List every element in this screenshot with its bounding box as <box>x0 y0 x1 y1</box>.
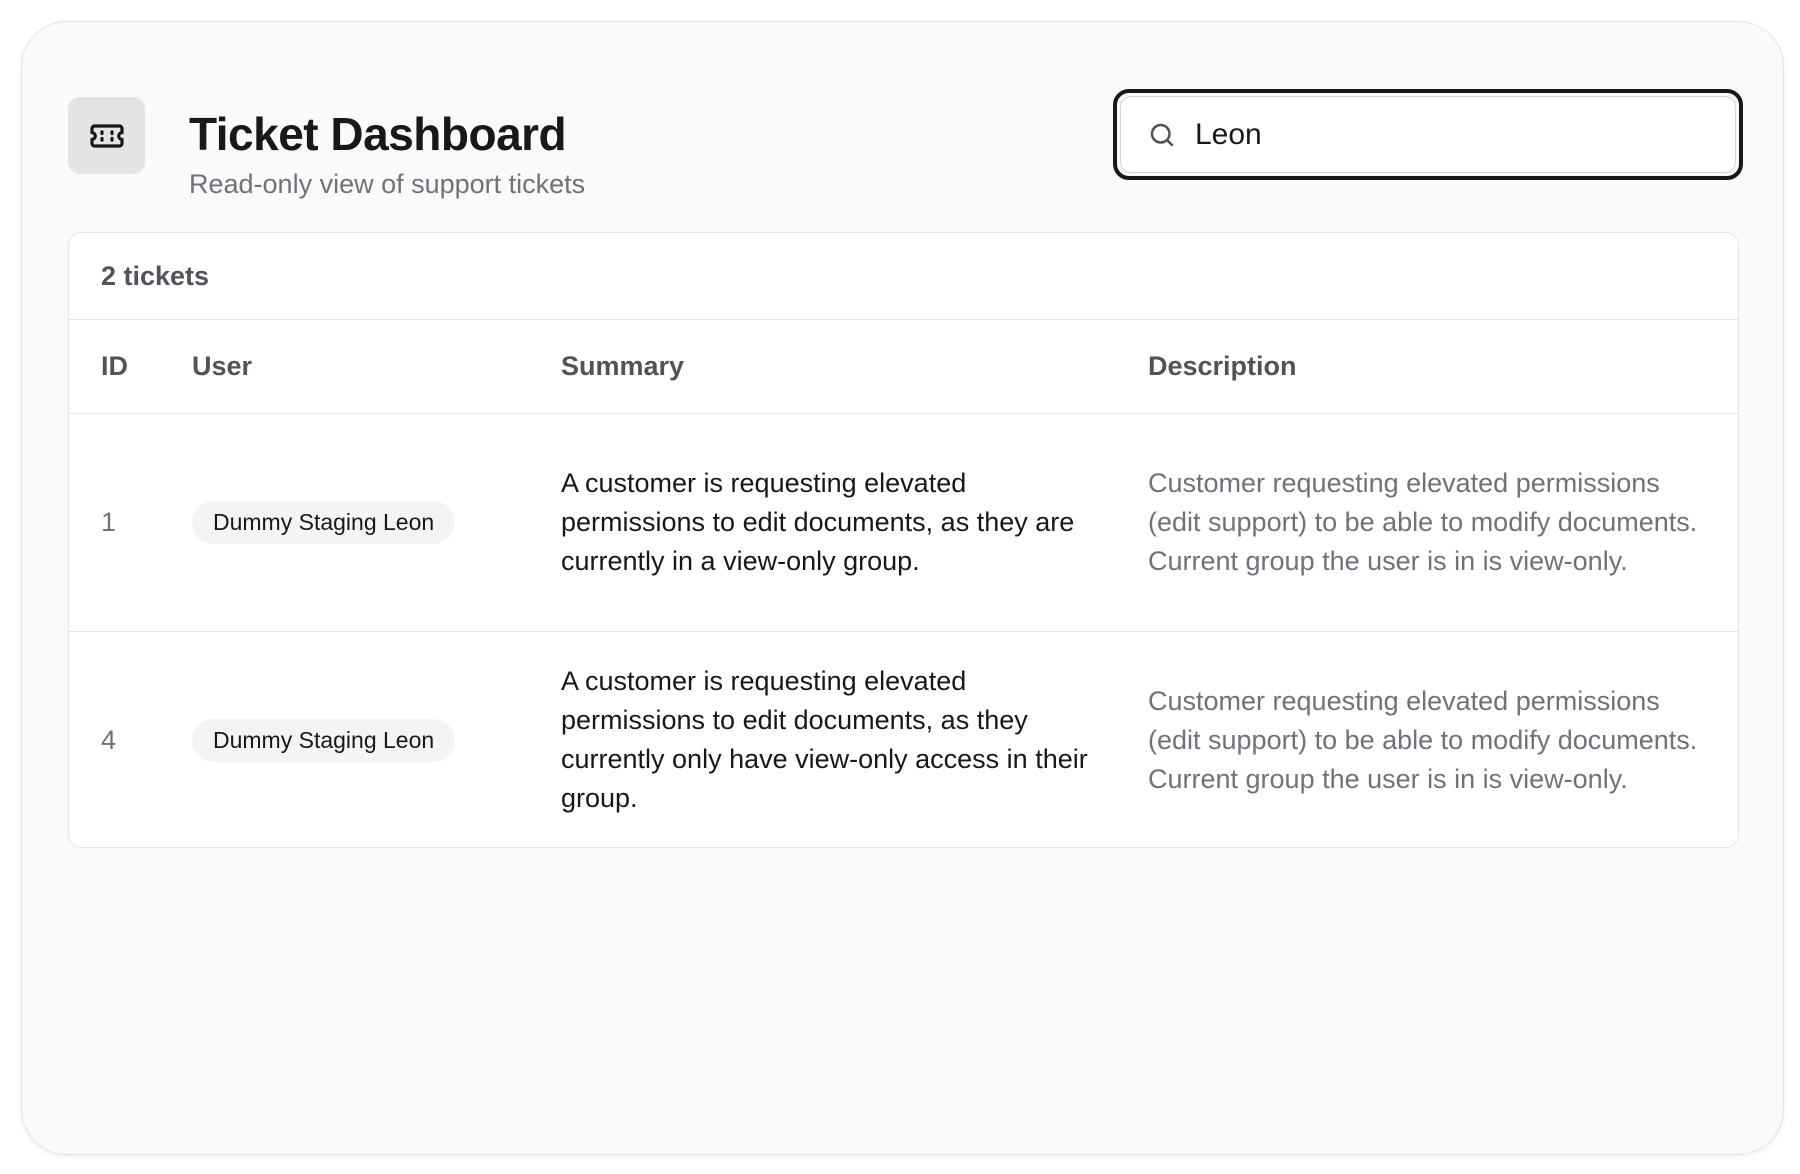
column-header-id[interactable]: ID <box>69 320 192 414</box>
page-header: Ticket Dashboard Read-only view of suppo… <box>68 89 1743 199</box>
ticket-count: 2 tickets <box>69 233 1738 320</box>
ticket-summary: A customer is requesting elevated permis… <box>561 630 1148 847</box>
page-subtitle: Read-only view of support tickets <box>189 169 586 199</box>
user-badge: Dummy Staging Leon <box>192 718 456 762</box>
tickets-card: 2 tickets ID User Summary Description 1 … <box>68 232 1739 848</box>
ticket-icon <box>89 123 124 148</box>
search-icon <box>1150 123 1174 146</box>
app-window: Ticket Dashboard Read-only view of suppo… <box>21 21 1784 1155</box>
ticket-id: 1 <box>101 506 117 537</box>
table-header-row: ID User Summary Description <box>69 320 1738 414</box>
logo-tile <box>68 97 145 174</box>
search-input[interactable] <box>1195 117 1675 152</box>
page-title: Ticket Dashboard <box>189 108 567 160</box>
ticket-summary: A customer is requesting elevated permis… <box>561 467 1075 576</box>
ticket-user-cell: Dummy Staging Leon <box>192 630 561 847</box>
column-header-description[interactable]: Description <box>1148 320 1738 414</box>
search-box[interactable] <box>1113 89 1743 180</box>
ticket-id: 4 <box>69 630 192 847</box>
ticket-description: Customer requesting elevated permissions… <box>1148 467 1698 576</box>
tickets-table: ID User Summary Description 1 Dummy Stag… <box>69 320 1738 847</box>
ticket-description: Customer requesting elevated permissions… <box>1148 630 1738 847</box>
ticket-user-cell: Dummy Staging Leon <box>192 413 561 631</box>
column-header-user[interactable]: User <box>192 320 561 414</box>
table-row[interactable]: 4 Dummy Staging Leon A customer is reque… <box>69 630 1738 847</box>
column-header-summary[interactable]: Summary <box>561 320 1148 414</box>
user-badge: Dummy Staging Leon <box>192 500 456 544</box>
search-field[interactable] <box>1120 96 1736 173</box>
table-row[interactable]: 1 Dummy Staging Leon A customer is reque… <box>69 413 1738 631</box>
